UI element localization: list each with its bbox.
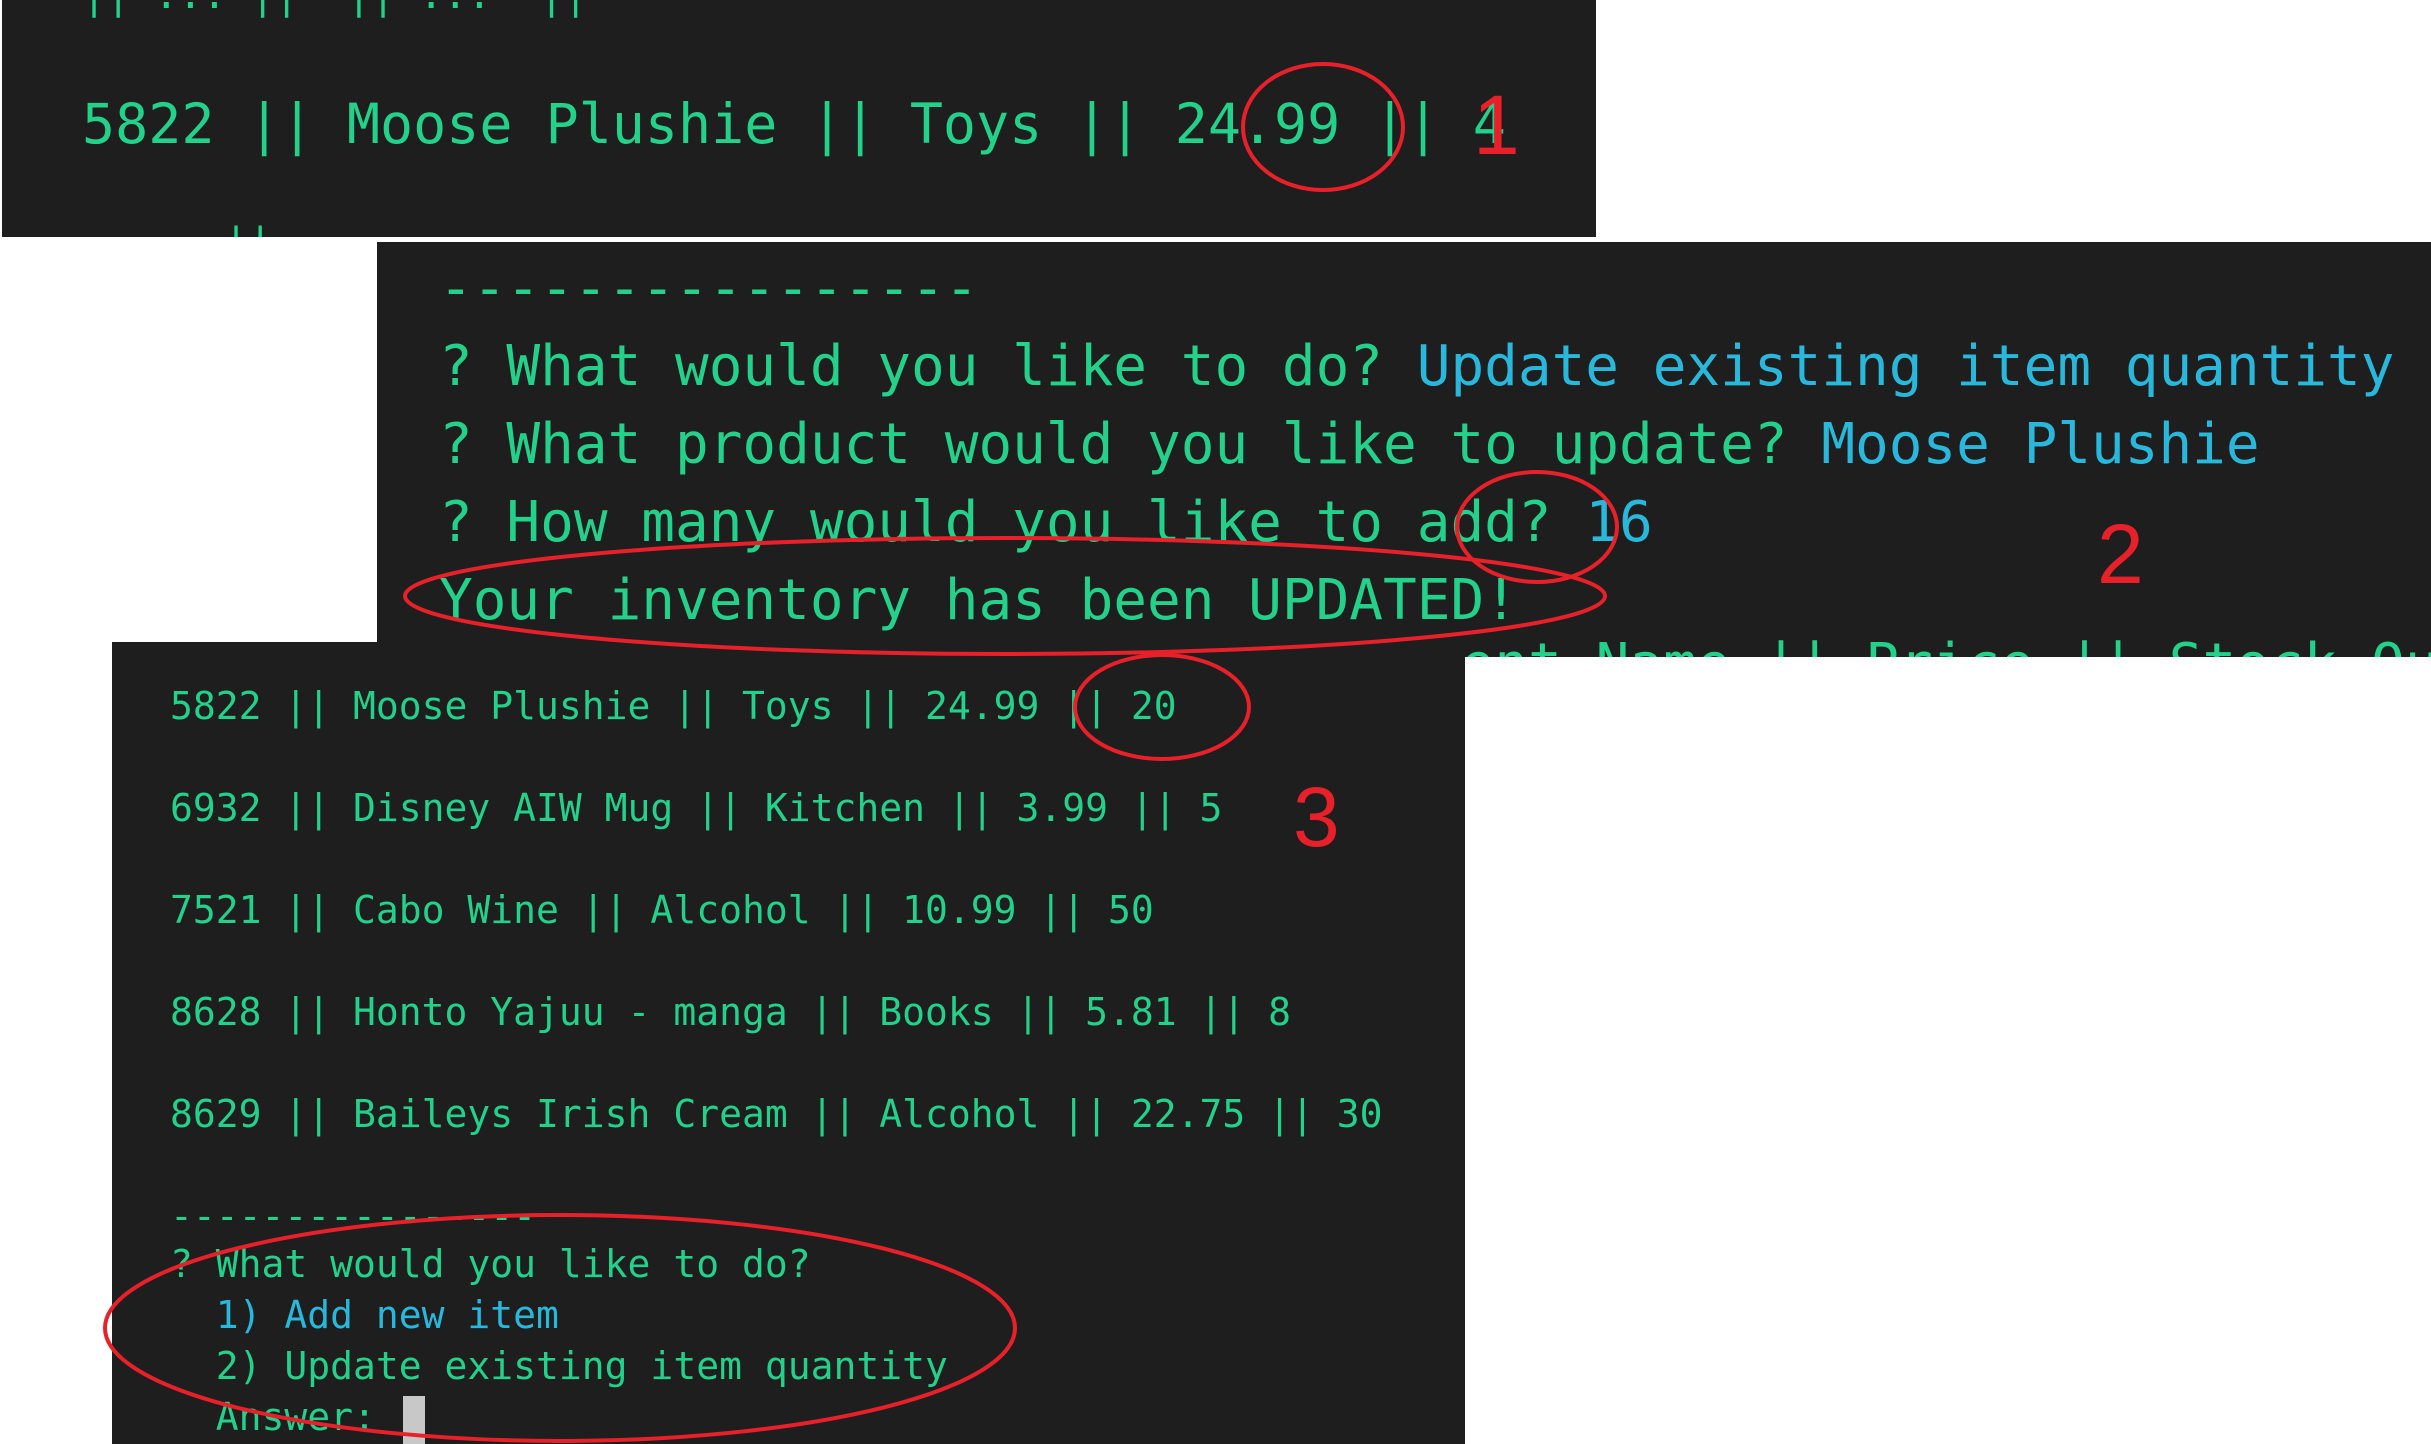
annotation-circle-confirmation	[403, 536, 1607, 656]
annotation-label-1: 1	[1473, 78, 1520, 172]
annotation-overlay: 1 2 3	[103, 62, 2144, 1443]
annotation-label-2: 2	[2097, 507, 2144, 601]
annotation-label-3: 3	[1293, 770, 1340, 864]
annotation-circle-added-quantity	[1455, 470, 1619, 584]
annotation-circle-new-quantity	[1073, 653, 1251, 761]
annotation-circle-menu	[103, 1213, 1017, 1443]
annotation-circle-old-quantity	[1241, 62, 1405, 192]
